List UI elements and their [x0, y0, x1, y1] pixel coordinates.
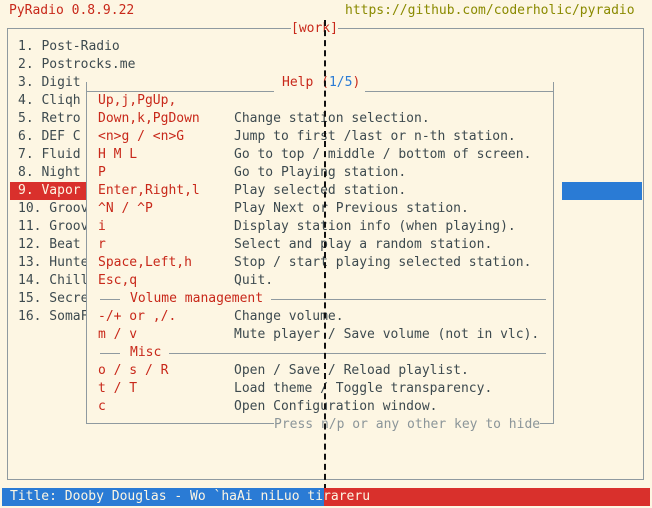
- help-key: Up,j,PgUp,: [98, 93, 177, 108]
- help-key: m / v: [98, 327, 138, 342]
- station-item[interactable]: 11. Groov: [18, 218, 88, 236]
- help-key: r: [98, 237, 106, 252]
- help-key: Enter,Right,l: [98, 183, 200, 198]
- help-key: P: [98, 165, 106, 180]
- station-item[interactable]: 7. Fluid: [18, 146, 81, 164]
- help-key: c: [98, 399, 106, 414]
- help-description: Display station info (when playing).: [234, 219, 516, 234]
- help-key: Space,Left,h: [98, 255, 192, 270]
- app-title: PyRadio 0.8.9.22: [9, 3, 135, 18]
- section-divider: [100, 299, 120, 300]
- help-description: Open Configuration window.: [234, 399, 438, 414]
- help-description: Load theme / Toggle transparency.: [234, 381, 493, 396]
- help-description: Select and play a random station.: [234, 237, 493, 252]
- help-key: t / T: [98, 381, 138, 396]
- help-key: i: [98, 219, 106, 234]
- help-title-close: ): [352, 75, 361, 90]
- station-item[interactable]: 14. Chill: [18, 272, 88, 290]
- help-title: Help (1/5): [282, 74, 360, 92]
- section-divider: [100, 353, 120, 354]
- help-description: Change volume.: [234, 309, 344, 324]
- station-item[interactable]: 10. Groov: [18, 200, 88, 218]
- help-description: Open / Save / Reload playlist.: [234, 363, 469, 378]
- help-key: H M L: [98, 147, 138, 162]
- section-divider: [169, 353, 546, 354]
- help-key: Down,k,PgDown: [98, 111, 200, 126]
- station-item[interactable]: 6. DEF C: [18, 128, 81, 146]
- help-description: Jump to first /last or n-th station.: [234, 129, 516, 144]
- help-key: <n>g / <n>G: [98, 129, 185, 144]
- station-item[interactable]: 8. Night: [18, 164, 81, 182]
- help-section-title: Volume management: [130, 291, 264, 306]
- help-key: ^N / ^P: [98, 201, 153, 216]
- station-item[interactable]: 1. Post-Radio: [18, 38, 120, 56]
- help-description: Stop / start playing selected station.: [234, 255, 532, 270]
- help-description: Go to top / middle / bottom of screen.: [234, 147, 532, 162]
- station-item[interactable]: 2. Postrocks.me: [18, 56, 135, 74]
- project-url[interactable]: https://github.com/coderholic/pyradio: [345, 2, 635, 20]
- help-key: o / s / R: [98, 363, 169, 378]
- station-item[interactable]: 9. Vapor: [10, 182, 86, 200]
- station-item[interactable]: 5. Retro: [18, 110, 81, 128]
- help-description: Change station selection.: [234, 111, 430, 126]
- help-title-text: Help (: [282, 75, 329, 90]
- help-description: Quit.: [234, 273, 274, 288]
- selected-station-bar-tail[interactable]: [562, 182, 642, 200]
- station-item[interactable]: 4. Cliqh: [18, 92, 81, 110]
- help-border-top-right: [365, 91, 554, 92]
- status-title: Title: Dooby Douglas - Wo `haAi niLuo ti…: [10, 489, 371, 504]
- section-divider: [271, 299, 546, 300]
- vertical-guide-line: [324, 20, 326, 490]
- help-description: Mute player / Save volume (not in vlc).: [234, 327, 540, 342]
- help-page-indicator: 1/5: [328, 75, 353, 90]
- station-item[interactable]: 13. Hunte: [18, 254, 88, 272]
- help-key: Esc,q: [98, 273, 138, 288]
- help-description: Play Next or Previous station.: [234, 201, 469, 216]
- help-description: Play selected station.: [234, 183, 407, 198]
- help-footer: Press n/p or any other key to hide: [274, 416, 541, 434]
- help-description: Go to Playing station.: [234, 165, 407, 180]
- help-section-title: Misc: [130, 345, 162, 360]
- station-item[interactable]: 16. SomaF: [18, 308, 88, 326]
- station-item[interactable]: 12. Beat: [18, 236, 81, 254]
- station-item[interactable]: 3. Digit: [18, 74, 81, 92]
- station-item[interactable]: 15. Secre: [18, 290, 88, 308]
- help-key: -/+ or ,/.: [98, 309, 177, 324]
- playlist-name: [work]: [291, 20, 338, 38]
